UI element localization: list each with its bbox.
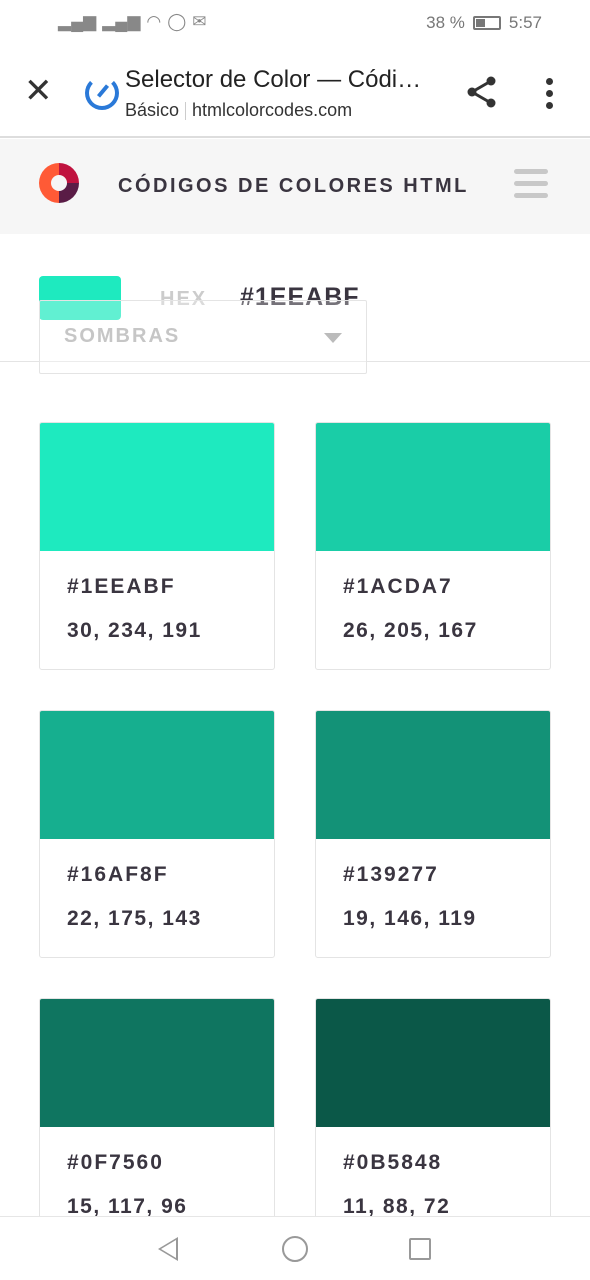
page-title: Selector de Color — Códi… (125, 66, 422, 93)
clock: 5:57 (508, 13, 542, 32)
status-bar: ▂▄▆ ▂▄▆ ◠ ◯ ✉ 38 % 5:57 (0, 0, 590, 46)
shade-rgb: 19, 146, 119 (343, 907, 477, 930)
shade-rgb: 22, 175, 143 (67, 907, 202, 930)
recents-icon[interactable] (409, 1238, 431, 1260)
signal-icon: ▂▄▆ (58, 12, 97, 31)
shade-rgb: 30, 234, 191 (67, 619, 202, 642)
site-brand[interactable]: CÓDIGOS DE COLORES HTML (118, 175, 469, 198)
shade-color[interactable] (40, 423, 274, 551)
site-header: CÓDIGOS DE COLORES HTML (0, 139, 590, 234)
shade-hex: #139277 (343, 863, 439, 886)
share-icon[interactable] (466, 76, 498, 108)
shade-card[interactable]: #0F7560 15, 117, 96 (39, 998, 275, 1246)
speedometer-icon (85, 76, 119, 110)
shade-color[interactable] (316, 999, 550, 1127)
domain-label: htmlcolorcodes.com (192, 100, 353, 120)
shade-card[interactable]: #0B5848 11, 88, 72 (315, 998, 551, 1246)
browser-toolbar: ✕ Selector de Color — Códi… Básico htmlco… (0, 46, 590, 138)
more-options-icon[interactable] (546, 78, 553, 109)
shade-rgb: 26, 205, 167 (343, 619, 478, 642)
shade-card[interactable]: #16AF8F 22, 175, 143 (39, 710, 275, 958)
divider (185, 102, 187, 121)
hamburger-menu-icon[interactable] (514, 169, 548, 198)
shade-card[interactable]: #139277 19, 146, 119 (315, 710, 551, 958)
wifi-icon: ◠ (146, 12, 162, 31)
home-icon[interactable] (282, 1236, 308, 1262)
shade-hex: #1EEABF (67, 575, 176, 598)
color-picker-bar: HEX #1EEABF SOMBRAS (0, 234, 590, 374)
site-logo[interactable] (39, 163, 79, 203)
mode-label: Básico (125, 100, 180, 120)
signal-icon: ▂▄▆ (102, 12, 141, 31)
shades-dropdown[interactable]: SOMBRAS (39, 300, 367, 374)
mail-icon: ✉ (192, 12, 207, 31)
shade-color[interactable] (40, 999, 274, 1127)
shade-color[interactable] (40, 711, 274, 839)
battery-icon (472, 16, 501, 30)
battery-percent: 38 % (426, 13, 465, 32)
dropdown-label: SOMBRAS (64, 325, 181, 347)
system-nav-bar (0, 1216, 590, 1280)
shades-grid: #1EEABF 30, 234, 191 #1ACDA7 26, 205, 167 #1… (39, 422, 551, 1246)
shade-color[interactable] (316, 423, 550, 551)
shade-color[interactable] (316, 711, 550, 839)
close-icon[interactable]: ✕ (24, 74, 53, 108)
shade-hex: #1ACDA7 (343, 575, 453, 598)
shade-hex: #0F7560 (67, 1151, 164, 1174)
chevron-down-icon (324, 333, 342, 343)
back-icon[interactable] (158, 1237, 178, 1261)
shade-card[interactable]: #1EEABF 30, 234, 191 (39, 422, 275, 670)
shade-hex: #0B5848 (343, 1151, 443, 1174)
whatsapp-icon: ◯ (167, 12, 187, 31)
shade-card[interactable]: #1ACDA7 26, 205, 167 (315, 422, 551, 670)
shade-hex: #16AF8F (67, 863, 169, 886)
